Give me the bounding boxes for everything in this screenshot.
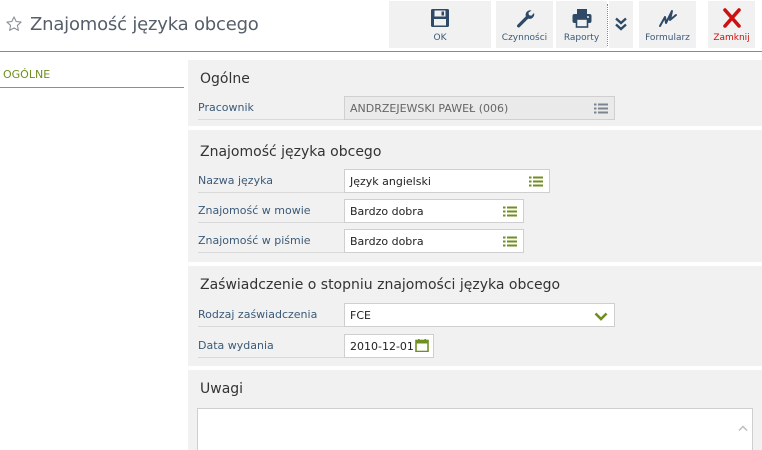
section-certificate: Zaświadczenie o stopniu znajomości język…: [188, 266, 762, 366]
language-name-label: Nazwa języka: [198, 169, 344, 193]
speech-level-label: Znajomość w mowie: [198, 199, 344, 223]
nav-item-label: OGÓLNE: [3, 68, 51, 81]
double-chevron-down-icon: [615, 17, 627, 31]
calendar-icon[interactable]: [415, 339, 429, 352]
form-button-label: Formularz: [645, 33, 690, 43]
page-title: Znajomość języka obcego: [30, 14, 259, 35]
close-button[interactable]: Zamknij: [708, 1, 755, 48]
certificate-type-value: FCE: [350, 309, 371, 322]
section-notes: Uwagi: [188, 370, 762, 450]
language-name-value: Język angielski: [350, 175, 431, 188]
notes-textarea[interactable]: [197, 408, 753, 450]
scroll-up-icon[interactable]: [738, 424, 748, 432]
section-certificate-title: Zaświadczenie o stopniu znajomości język…: [200, 277, 561, 293]
writing-level-label: Znajomość w piśmie: [198, 229, 344, 253]
list-icon[interactable]: [594, 102, 608, 115]
toolbar-separator: [607, 4, 608, 46]
signature-icon: [658, 10, 677, 27]
section-language: Znajomość języka obcego Nazwa języka Jęz…: [188, 130, 762, 262]
x-icon: [722, 8, 741, 28]
issue-date-label: Data wydania: [198, 334, 344, 358]
section-language-title: Znajomość języka obcego: [200, 144, 382, 160]
close-button-label: Zamknij: [713, 33, 750, 43]
section-notes-title: Uwagi: [200, 381, 244, 397]
section-general-title: Ogólne: [200, 71, 250, 87]
actions-button[interactable]: Czynności: [496, 1, 553, 48]
ok-button-label: OK: [433, 33, 447, 43]
issue-date-field[interactable]: 2010-12-01: [344, 334, 434, 358]
reports-button[interactable]: Raporty: [556, 1, 607, 48]
employee-value: ANDRZEJEWSKI PAWEŁ (006): [350, 102, 509, 115]
section-general: Ogólne Pracownik ANDRZEJEWSKI PAWEŁ (006…: [188, 60, 762, 126]
more-reports-button[interactable]: [609, 1, 633, 48]
header-bar: Znajomość języka obcego OK Czynności Rap…: [0, 0, 762, 52]
speech-level-field[interactable]: Bardzo dobra: [344, 199, 524, 223]
form-button[interactable]: Formularz: [639, 1, 696, 48]
writing-level-field[interactable]: Bardzo dobra: [344, 229, 524, 253]
star-outline-icon[interactable]: [5, 15, 23, 33]
printer-icon: [572, 9, 591, 28]
floppy-disk-icon: [431, 9, 449, 27]
language-name-field[interactable]: Język angielski: [344, 169, 550, 193]
reports-button-label: Raporty: [563, 33, 600, 43]
employee-label: Pracownik: [198, 96, 344, 120]
actions-button-label: Czynności: [501, 33, 548, 43]
employee-field[interactable]: ANDRZEJEWSKI PAWEŁ (006): [344, 96, 615, 120]
issue-date-value: 2010-12-01: [350, 340, 414, 353]
list-icon[interactable]: [503, 235, 517, 248]
certificate-type-select[interactable]: FCE: [344, 303, 615, 327]
writing-level-value: Bardzo dobra: [350, 235, 424, 248]
wrench-icon: [516, 10, 534, 28]
chevron-down-icon[interactable]: [594, 310, 608, 323]
speech-level-value: Bardzo dobra: [350, 205, 424, 218]
nav-item-general[interactable]: OGÓLNE: [0, 60, 184, 88]
certificate-type-label: Rodzaj zaświadczenia: [198, 303, 344, 327]
ok-button[interactable]: OK: [389, 1, 491, 48]
list-icon[interactable]: [529, 175, 543, 188]
list-icon[interactable]: [503, 205, 517, 218]
